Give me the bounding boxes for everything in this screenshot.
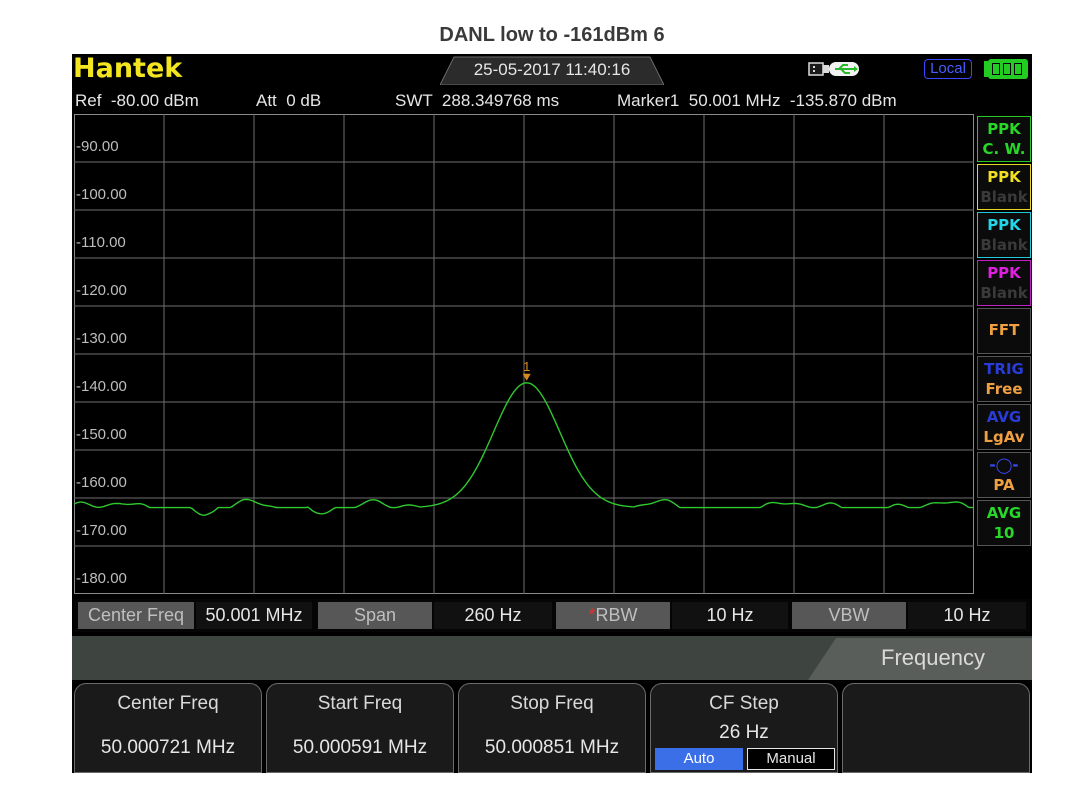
y-axis-label: -130.00 xyxy=(76,330,127,347)
battery-full-icon xyxy=(983,59,1029,79)
softkey-center-freq[interactable]: Center Freq 50.000721 MHz xyxy=(74,683,262,773)
status-tag-line1: AVG xyxy=(986,408,1022,426)
attenuation: Att 0 dB xyxy=(256,91,322,110)
vbw-value: 10 Hz xyxy=(908,602,1026,629)
status-tag-line2: C. W. xyxy=(982,140,1026,158)
softkey-empty[interactable] xyxy=(842,683,1030,773)
y-axis-label: -120.00 xyxy=(76,282,127,299)
status-tag-line1: -◯- xyxy=(989,456,1019,474)
datetime-tab: 25-05-2017 11:40:16 xyxy=(440,56,664,85)
y-axis-label: -100.00 xyxy=(76,186,127,203)
menu-title-tab: Frequency xyxy=(808,636,1032,680)
center-freq-label: Center Freq xyxy=(78,602,194,629)
center-freq-value: 50.001 MHz xyxy=(196,602,312,629)
status-tag-line2: 10 xyxy=(993,524,1015,542)
spectrum-plot[interactable]: 1 -90.00 -100.00 -110.00 -120.00 -130.00 -140… xyxy=(74,114,975,594)
status-tag: FFT xyxy=(977,308,1031,354)
vbw-label: VBW xyxy=(792,602,906,629)
measurement-info-line: Ref -80.00 dBm Att 0 dB SWT 288.349768 m… xyxy=(72,89,1032,113)
y-axis-label: -110.00 xyxy=(76,234,126,251)
rbw-value: 10 Hz xyxy=(672,602,788,629)
status-tag-line2: PA xyxy=(993,476,1015,494)
sweep-time: SWT 288.349768 ms xyxy=(395,91,560,110)
marker-1-label: 1 xyxy=(523,359,530,374)
usb-plug-icon xyxy=(808,59,862,79)
spectrum-graticule: 1 xyxy=(74,114,974,594)
rbw-label: RBW xyxy=(595,605,638,625)
status-tag: PPK Blank xyxy=(977,260,1031,306)
rbw-label-cell: *RBW xyxy=(556,602,670,629)
menu-title-bar: Frequency xyxy=(72,636,1032,680)
cf-step-auto-option[interactable]: Auto xyxy=(655,748,743,770)
span-label: Span xyxy=(318,602,432,629)
top-bar: Hantek 25-05-2017 11:40:16 Local xyxy=(72,54,1032,87)
softkey-title: Start Freq xyxy=(317,693,403,714)
status-tag-line1: FFT xyxy=(988,321,1020,339)
y-axis-label: -90.00 xyxy=(76,138,119,155)
status-tag-line1: TRIG xyxy=(984,360,1024,378)
softkey-start-freq[interactable]: Start Freq 50.000591 MHz xyxy=(266,683,454,773)
y-axis-label: -140.00 xyxy=(76,378,127,395)
cf-step-manual-option[interactable]: Manual xyxy=(747,748,835,770)
softkey-title: Center Freq xyxy=(117,693,219,714)
y-axis-label: -160.00 xyxy=(76,474,127,491)
rbw-manual-star: * xyxy=(588,605,596,625)
status-tag-line1: PPK xyxy=(987,168,1021,186)
softkey-stop-freq[interactable]: Stop Freq 50.000851 MHz xyxy=(458,683,646,773)
status-tag-line1: AVG xyxy=(986,504,1022,522)
softkey-title: CF Step xyxy=(709,693,779,714)
page-caption: DANL low to -161dBm 6 xyxy=(439,24,665,46)
status-tag-line2: Blank xyxy=(980,188,1028,206)
status-tag-line1: PPK xyxy=(987,120,1021,138)
status-tag: AVG LgAv xyxy=(977,404,1031,450)
status-tag-line2: Blank xyxy=(980,284,1028,302)
marker-readout: Marker1 50.001 MHz -135.870 dBm xyxy=(617,91,897,110)
brand-logo: Hantek xyxy=(73,53,183,84)
y-axis-label: -150.00 xyxy=(76,426,127,443)
status-tag-line2: LgAv xyxy=(983,428,1025,446)
ref-level: Ref -80.00 dBm xyxy=(75,91,199,110)
status-tag-line1: PPK xyxy=(987,216,1021,234)
softkey-title: Stop Freq xyxy=(510,693,594,714)
local-mode-badge: Local xyxy=(924,59,972,79)
status-tag: TRIG Free xyxy=(977,356,1031,402)
parameter-strip: Center Freq 50.001 MHz Span 260 Hz *RBW … xyxy=(74,599,1030,632)
status-tag-column: PPK C. W. PPK Blank PPK Blank PPK Blank FFT TRIG F… xyxy=(976,114,1032,594)
status-tag: PPK C. W. xyxy=(977,116,1031,162)
status-tag-line1: PPK xyxy=(987,264,1021,282)
y-axis-label: -180.00 xyxy=(76,570,127,587)
status-tag: PPK Blank xyxy=(977,164,1031,210)
y-axis-label: -170.00 xyxy=(76,522,127,539)
status-tag: PPK Blank xyxy=(977,212,1031,258)
span-value: 260 Hz xyxy=(434,602,552,629)
status-tag-line2: Free xyxy=(985,380,1023,398)
softkey-cf-step[interactable]: CF Step 26 Hz Auto Manual xyxy=(650,683,838,773)
softkey-value: 50.000851 MHz xyxy=(484,737,620,758)
softkey-value: 50.000721 MHz xyxy=(100,737,236,758)
softkey-value: 50.000591 MHz xyxy=(292,737,428,758)
status-tag: -◯- PA xyxy=(977,452,1031,498)
status-tag: AVG 10 xyxy=(977,500,1031,546)
datetime-text: 25-05-2017 11:40:16 xyxy=(473,60,631,79)
softkey-value: 26 Hz xyxy=(719,722,769,743)
softkey-row: Center Freq 50.000721 MHz Start Freq 50.… xyxy=(72,683,1032,773)
analyzer-screen: Hantek 25-05-2017 11:40:16 Local Ref -80… xyxy=(72,54,1032,773)
menu-title: Frequency xyxy=(881,645,985,670)
status-tag-line2: Blank xyxy=(980,236,1028,254)
